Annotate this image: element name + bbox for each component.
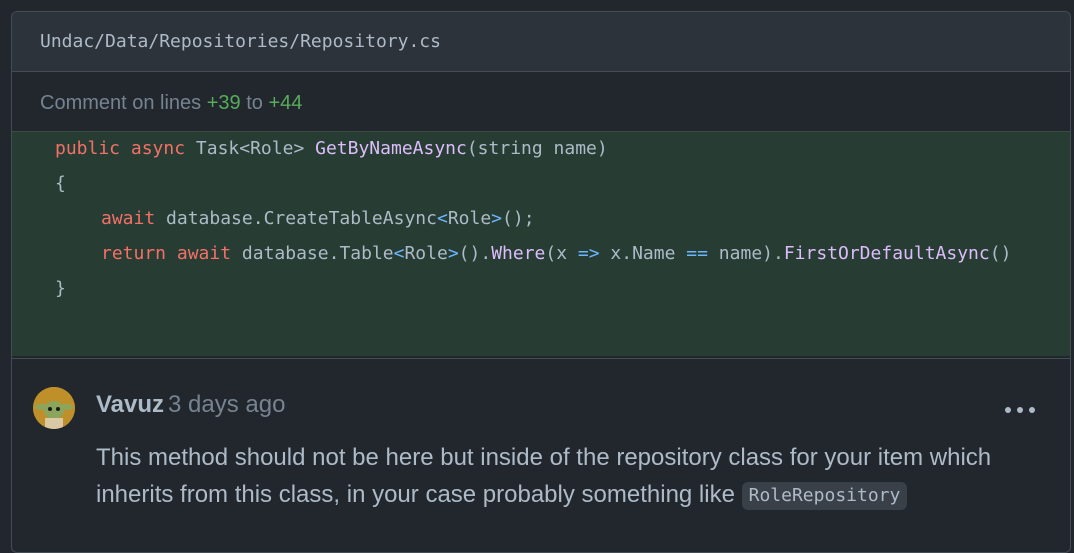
method-where: Where	[491, 243, 546, 264]
return-type: Task<Role>	[195, 138, 305, 159]
code-lt: <	[436, 208, 448, 229]
code-part: name).	[707, 243, 784, 264]
range-start: +39	[206, 92, 241, 114]
code-call-end: ();	[502, 208, 535, 229]
method-params: (string name)	[466, 138, 608, 159]
comment-range: Comment on lines +39 to +44	[40, 92, 302, 115]
comment-author[interactable]: Vavuz	[96, 391, 164, 419]
avatar-icon	[33, 387, 75, 429]
keyword-async: async	[130, 138, 186, 159]
comment-body: This method should not be here but insid…	[96, 439, 1036, 513]
keyword-await: await	[176, 243, 232, 264]
file-path[interactable]: Undac/Data/Repositories/Repository.cs	[40, 31, 441, 52]
code-part: ()	[989, 243, 1012, 264]
keyword-await: await	[101, 208, 156, 229]
code-lt: <	[393, 243, 405, 264]
range-conjunction: to	[246, 92, 263, 114]
keyword-return: return	[101, 243, 167, 264]
more-options-icon[interactable]	[1005, 407, 1035, 415]
code-line-4: return await database.Table<Role>().Wher…	[101, 243, 1011, 264]
method-name: GetByNameAsync	[315, 138, 467, 159]
equals-operator: ==	[686, 243, 708, 264]
code-part: x.Name	[599, 243, 687, 264]
keyword-public: public	[55, 138, 121, 159]
review-comment: Vavuz 3 days ago This method should not …	[12, 358, 1070, 552]
code-type: Role	[447, 208, 492, 229]
code-line-5: }	[55, 278, 66, 299]
code-line-2: {	[55, 173, 66, 194]
code-part: ().	[458, 243, 492, 264]
code-line-1: public async Task<Role> GetByNameAsync(s…	[55, 138, 608, 159]
code-part: (x	[545, 243, 578, 264]
code-call: database.CreateTableAsync	[166, 208, 437, 229]
code-gt: >	[447, 243, 459, 264]
method-first: FirstOrDefaultAsync	[783, 243, 990, 264]
comment-range-prefix: Comment on lines	[40, 92, 202, 114]
file-header: Undac/Data/Repositories/Repository.cs	[12, 12, 1070, 72]
comment-time[interactable]: 3 days ago	[168, 391, 285, 419]
range-end: +44	[268, 92, 303, 114]
lambda-arrow: =>	[577, 243, 600, 264]
review-thread: Undac/Data/Repositories/Repository.cs Co…	[11, 11, 1071, 553]
code-part: database.Table	[241, 243, 394, 264]
avatar[interactable]	[33, 387, 75, 429]
inline-code: RoleRepository	[741, 482, 908, 510]
code-snippet: public async Task<Role> GetByNameAsync(s…	[12, 131, 1070, 356]
code-gt: >	[491, 208, 503, 229]
code-type: Role	[404, 243, 448, 264]
code-line-3: await database.CreateTableAsync<Role>();	[101, 208, 535, 229]
